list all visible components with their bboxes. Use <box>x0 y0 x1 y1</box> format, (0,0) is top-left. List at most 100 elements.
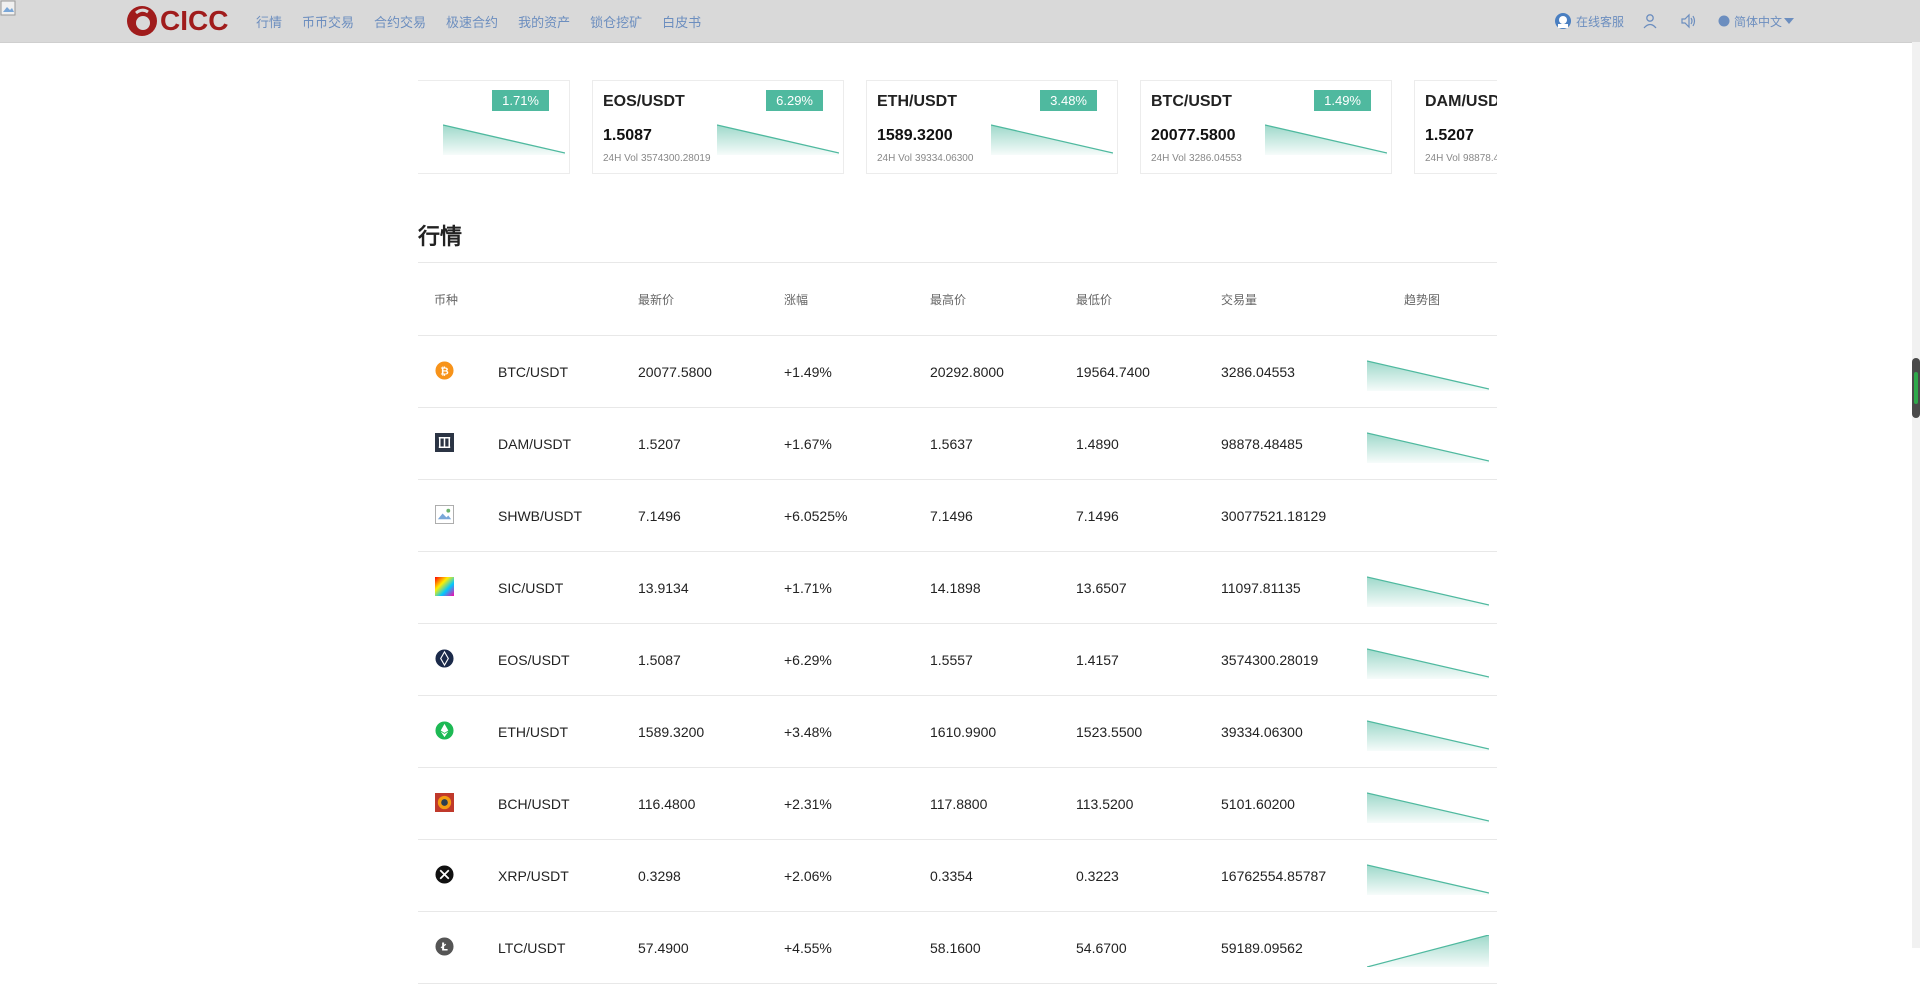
ticker-volume-value: 3574300.28019 <box>641 153 711 164</box>
eos-icon <box>435 649 454 668</box>
row-low: 1.4157 <box>1076 652 1119 668</box>
nav-whitepaper[interactable]: 白皮书 <box>662 12 701 31</box>
row-high: 14.1898 <box>930 580 981 596</box>
table-header: 币种 最新价 涨幅 最高价 最低价 交易量 趋势图 <box>418 263 1497 336</box>
table-row[interactable]: ETH/USDT 1589.3200 +3.48% 1610.9900 1523.550… <box>418 696 1497 768</box>
table-row[interactable]: SIC/USDT 13.9134 +1.71% 14.1898 13.6507 11097… <box>418 552 1497 624</box>
row-pair: SHWB/USDT <box>498 508 582 524</box>
row-change: +2.31% <box>784 796 832 812</box>
row-volume: 30077521.18129 <box>1221 508 1327 524</box>
ticker-volume: 24H Vol98878.48485 <box>1425 153 1497 164</box>
row-last-price: 13.9134 <box>638 580 689 596</box>
customer-service-icon <box>1554 13 1571 29</box>
cicc-logo-icon <box>127 6 157 36</box>
row-pair: ETH/USDT <box>498 724 568 740</box>
nav-fast-contract[interactable]: 极速合约 <box>446 12 498 31</box>
bch-icon <box>435 793 454 812</box>
sic-icon <box>435 577 454 596</box>
ticker-volume-value: 39334.06300 <box>915 153 974 164</box>
header-trend: 趋势图 <box>1404 293 1441 307</box>
row-change: +6.0525% <box>784 508 848 524</box>
ticker-change-badge: 1.71% <box>492 90 549 111</box>
table-row[interactable]: Ł LTC/USDT 57.4900 +4.55% 58.1600 54.6700 5918… <box>418 912 1497 984</box>
row-change: +2.06% <box>784 868 832 884</box>
ticker-change-badge: 3.48% <box>1040 90 1097 111</box>
row-volume: 59189.09562 <box>1221 940 1303 956</box>
svg-text:Ł: Ł <box>440 941 448 953</box>
ticker-volume-label: 24H Vol <box>603 153 639 164</box>
row-last-price: 1.5207 <box>638 436 681 452</box>
row-change: +3.48% <box>784 724 832 740</box>
broken-image-icon <box>435 505 454 524</box>
header-change[interactable]: 涨幅 <box>784 291 808 308</box>
ticker-card[interactable]: DAM/USDT 1.5207 24H Vol98878.48485 <box>1414 80 1497 174</box>
main-nav: 行情 币币交易 合约交易 极速合约 我的资产 锁仓挖矿 白皮书 <box>256 0 721 42</box>
table-row[interactable]: DAM/USDT 1.5207 +1.67% 1.5637 1.4890 98878.48… <box>418 408 1497 480</box>
row-high: 117.8800 <box>930 796 988 812</box>
online-service-label: 在线客服 <box>1575 14 1624 29</box>
ticker-card[interactable]: 1.71% <box>418 80 570 174</box>
table-row[interactable]: SHWB/USDT 7.1496 +6.0525% 7.1496 7.1496 30077… <box>418 480 1497 552</box>
table-row[interactable]: XRP/USDT 0.3298 +2.06% 0.3354 0.3223 16762554… <box>418 840 1497 912</box>
nav-contract-trading[interactable]: 合约交易 <box>374 12 426 31</box>
ticker-card[interactable]: EOS/USDT 6.29% 1.5087 24H Vol 3574300.28019 <box>592 80 844 174</box>
ticker-carousel: 1.71% EOS/USDT 6.29% 1.5087 24H Vol 3574300.2… <box>418 80 1497 178</box>
ticker-trend-chart <box>717 124 839 155</box>
ticker-pair: BTC/USDT <box>1151 93 1232 110</box>
row-volume: 16762554.85787 <box>1221 868 1327 884</box>
header-last-price[interactable]: 最新价 <box>638 291 674 308</box>
row-high: 7.1496 <box>930 508 973 524</box>
header-coin: 币种 <box>434 293 459 307</box>
scrollbar-thumb[interactable] <box>1912 358 1920 418</box>
row-high: 1.5557 <box>930 652 973 668</box>
table-row[interactable]: ₿ BTC/USDT 20077.5800 +1.49% 20292.8000 19564… <box>418 336 1497 408</box>
dam-icon <box>435 433 454 452</box>
ticker-card[interactable]: BTC/USDT 1.49% 20077.5800 24H Vol 3286.04553 <box>1140 80 1392 174</box>
header-volume[interactable]: 交易量 <box>1221 291 1257 308</box>
row-low: 54.6700 <box>1076 940 1127 956</box>
btc-icon: ₿ <box>435 361 454 380</box>
ticker-volume-label: 24H Vol <box>1425 153 1461 164</box>
eth-icon <box>435 721 454 740</box>
ticker-card[interactable]: ETH/USDT 3.48% 1589.3200 24H Vol 39334.06300 <box>866 80 1118 174</box>
header-high[interactable]: 最高价 <box>930 291 966 308</box>
globe-icon <box>1718 15 1730 27</box>
nav-market[interactable]: 行情 <box>256 12 282 31</box>
ticker-volume: 24H Vol 39334.06300 <box>877 153 973 164</box>
row-trend-chart <box>1367 935 1489 967</box>
table-row[interactable]: BCH/USDT 116.4800 +2.31% 117.8800 113.5200 51… <box>418 768 1497 840</box>
language-selector[interactable]: 简体中文 <box>1718 13 1798 30</box>
row-high: 1.5637 <box>930 436 973 452</box>
row-change: +1.67% <box>784 436 832 452</box>
nav-lock-mining[interactable]: 锁仓挖矿 <box>590 12 642 31</box>
ticker-pair: ETH/USDT <box>877 93 957 110</box>
row-trend-chart <box>1367 648 1489 679</box>
speaker-icon <box>1681 13 1696 29</box>
row-volume: 11097.81135 <box>1221 580 1301 596</box>
brand-name: CICC <box>160 5 229 36</box>
row-trend-chart <box>1367 720 1489 751</box>
row-volume: 98878.48485 <box>1221 436 1303 452</box>
ticker-pair: DAM/USDT <box>1425 93 1497 110</box>
page-scrollbar[interactable] <box>1912 42 1920 948</box>
ticker-change-badge: 6.29% <box>766 90 823 111</box>
header-low[interactable]: 最低价 <box>1076 291 1112 308</box>
row-last-price: 57.4900 <box>638 940 689 956</box>
row-last-price: 1589.3200 <box>638 724 705 740</box>
nav-spot-trading[interactable]: 币币交易 <box>302 12 354 31</box>
ticker-pair: EOS/USDT <box>603 93 685 110</box>
row-low: 7.1496 <box>1076 508 1119 524</box>
user-button[interactable] <box>1642 13 1662 29</box>
row-change: +4.55% <box>784 940 832 956</box>
online-service-button[interactable]: 在线客服 <box>1554 12 1624 30</box>
sound-button[interactable] <box>1680 13 1700 29</box>
table-row[interactable]: EOS/USDT 1.5087 +6.29% 1.5557 1.4157 3574300.… <box>418 624 1497 696</box>
row-last-price: 1.5087 <box>638 652 681 668</box>
row-high: 20292.8000 <box>930 364 1004 380</box>
logo[interactable]: CICC <box>126 5 228 37</box>
row-high: 0.3354 <box>930 868 973 884</box>
ticker-trend-chart <box>443 124 565 155</box>
xrp-icon <box>435 865 454 884</box>
nav-my-assets[interactable]: 我的资产 <box>518 12 570 31</box>
market-title: 行情 <box>418 224 463 249</box>
